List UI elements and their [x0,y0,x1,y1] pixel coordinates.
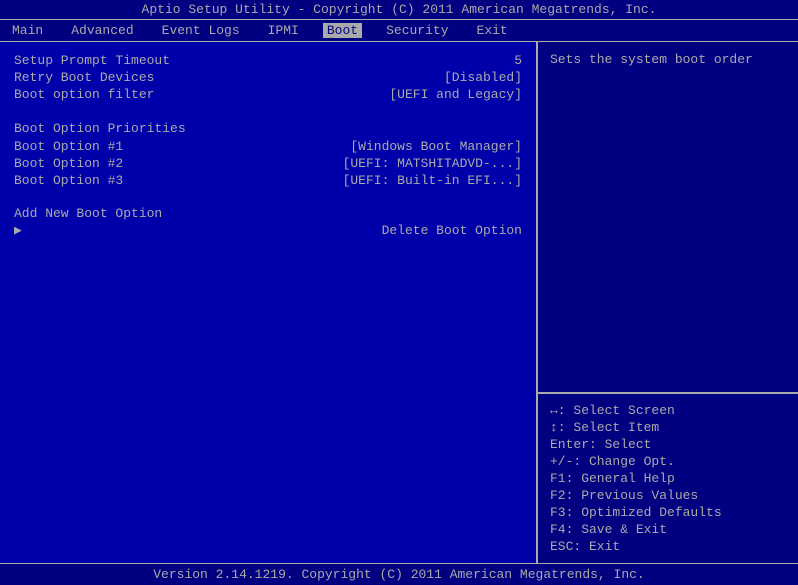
menu-item[interactable]: Add New Boot Option [14,205,522,222]
key-guide-line: F2: Previous Values [550,487,786,504]
menu-item[interactable]: Boot Option #1 [Windows Boot Manager] [14,138,522,155]
top-bar-text: Aptio Setup Utility - Copyright (C) 2011… [142,2,657,17]
menu-item[interactable]: Boot Option #3 [UEFI: Built-in EFI...] [14,172,522,189]
menu-item-label: Boot Option #3 [14,173,123,188]
right-panel: Sets the system boot order ↔: Select Scr… [538,42,798,563]
key-guide-line: F1: General Help [550,470,786,487]
key-guide-line: ↕: Select Item [550,419,786,436]
nav-item-boot[interactable]: Boot [323,23,362,38]
left-panel: Setup Prompt Timeout 5 Retry Boot Devices [… [0,42,538,563]
key-guide-line: +/-: Change Opt. [550,453,786,470]
menu-item-value: 5 [514,53,522,68]
key-guide-line: F4: Save & Exit [550,521,786,538]
menu-item[interactable]: Delete Boot Option [14,222,522,239]
menu-item-label: Boot option filter [14,87,154,102]
section-header: Boot Option Priorities [14,121,522,136]
key-guide-line: Enter: Select [550,436,786,453]
menu-item-label: Add New Boot Option [14,206,162,221]
menu-item[interactable]: Boot Option #2 [UEFI: MATSHITADVD-...] [14,155,522,172]
menu-item-value: [UEFI and Legacy] [389,87,522,102]
menu-item-label: Retry Boot Devices [14,70,154,85]
menu-item-value: [UEFI: MATSHITADVD-...] [343,156,522,171]
spacer [14,103,522,111]
menu-item-value: [Windows Boot Manager] [350,139,522,154]
spacer [14,197,522,205]
menu-item[interactable]: Retry Boot Devices [Disabled] [14,69,522,86]
help-text: Sets the system boot order [538,42,798,394]
menu-item-value: [UEFI: Built-in EFI...] [343,173,522,188]
menu-item-label: Boot Option #1 [14,139,123,154]
nav-item-exit[interactable]: Exit [473,23,512,38]
spacer [14,189,522,197]
menu-item[interactable]: Boot option filter [UEFI and Legacy] [14,86,522,103]
menu-item-label: Boot Option #2 [14,156,123,171]
bottom-bar: Version 2.14.1219. Copyright (C) 2011 Am… [0,563,798,585]
top-bar: Aptio Setup Utility - Copyright (C) 2011… [0,0,798,20]
help-text-content: Sets the system boot order [550,52,753,67]
nav-item-event-logs[interactable]: Event Logs [158,23,244,38]
nav-item-security[interactable]: Security [382,23,452,38]
nav-item-main[interactable]: Main [8,23,47,38]
bottom-bar-text: Version 2.14.1219. Copyright (C) 2011 Am… [153,567,644,582]
key-guide: ↔: Select Screen↕: Select ItemEnter: Sel… [538,394,798,563]
menu-item-label: Setup Prompt Timeout [14,53,170,68]
key-guide-line: F3: Optimized Defaults [550,504,786,521]
nav-bar: Main Advanced Event Logs IPMI Boot Security Ex… [0,20,798,42]
menu-item-label: Delete Boot Option [382,223,522,238]
main-content: Setup Prompt Timeout 5 Retry Boot Devices [… [0,42,798,563]
nav-item-ipmi[interactable]: IPMI [264,23,303,38]
nav-item-advanced[interactable]: Advanced [67,23,137,38]
menu-item-value: [Disabled] [444,70,522,85]
menu-item[interactable]: Setup Prompt Timeout 5 [14,52,522,69]
key-guide-line: ↔: Select Screen [550,402,786,419]
key-guide-line: ESC: Exit [550,538,786,555]
